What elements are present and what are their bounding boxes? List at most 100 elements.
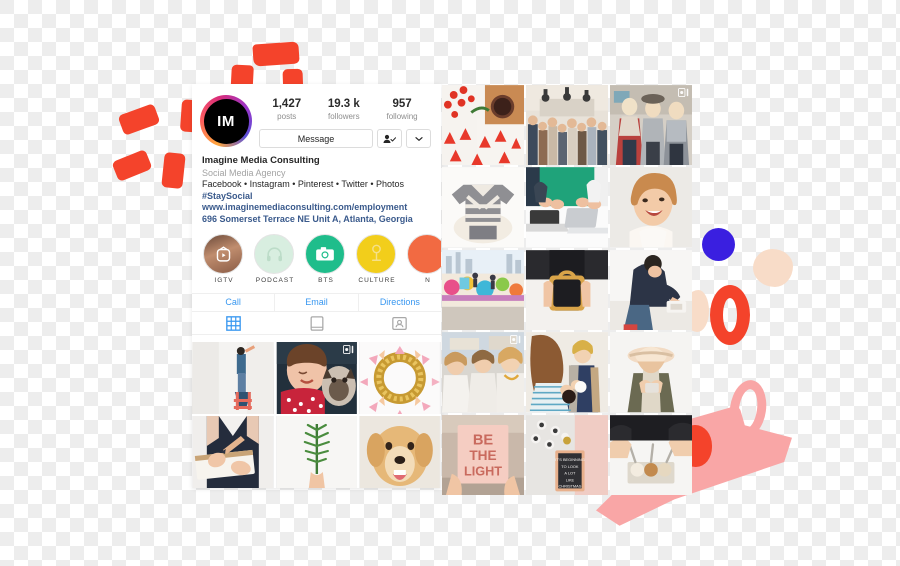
highlight-cover (356, 234, 396, 274)
more-options-button[interactable] (406, 129, 431, 148)
story-highlights: IGTV PODCAST BTS CULTURE N (192, 225, 441, 284)
svg-text:IT'S BEGINNING: IT'S BEGINNING (555, 457, 585, 462)
stat-value: 1,427 (272, 98, 302, 110)
following-button[interactable] (377, 129, 402, 148)
grid-photo[interactable] (610, 414, 692, 495)
profile-hashtag[interactable]: #StaySocial (202, 191, 431, 203)
profile-header-right: 1,427 posts 19.3 k followers 957 followi… (259, 95, 431, 148)
highlight-label: BTS (318, 277, 334, 284)
carousel-icon (678, 88, 689, 97)
highlight-cover (203, 234, 243, 274)
profile-actions: Message (259, 129, 431, 148)
svg-text:THE: THE (469, 448, 496, 463)
instagram-profile-card: IM 1,427 posts 19.3 k followers 957 foll… (192, 84, 441, 488)
highlight-label: PODCAST (255, 277, 295, 284)
carousel-icon (343, 345, 354, 354)
svg-text:BE: BE (473, 432, 494, 448)
avatar-initials: IM (203, 98, 249, 144)
grid-photo[interactable] (442, 332, 524, 413)
profile-description: Facebook • Instagram • Pinterest • Twitt… (202, 179, 405, 189)
grid-photo[interactable] (526, 167, 608, 248)
grid-photo[interactable] (526, 249, 608, 331)
stat-value: 19.3 k (327, 98, 360, 110)
message-button[interactable]: Message (259, 129, 373, 148)
svg-text:LIKE: LIKE (566, 477, 575, 482)
highlight-culture[interactable]: CULTURE (356, 234, 398, 284)
grid-photo[interactable] (359, 416, 441, 488)
grid-photo[interactable] (610, 167, 692, 248)
grid-photo[interactable] (610, 249, 692, 331)
contact-actions: Call Email Directions (192, 293, 441, 312)
svg-text:A LOT: A LOT (564, 470, 576, 475)
pink-ring-shape (726, 377, 770, 441)
profile-bio: Imagine Media Consulting Social Media Ag… (192, 148, 441, 225)
highlight-igtv[interactable]: IGTV (203, 234, 245, 284)
grid-photo[interactable] (275, 342, 358, 414)
grid-photo[interactable] (442, 249, 524, 331)
red-ring-shape (710, 285, 750, 345)
profile-category: Social Media Agency (202, 167, 286, 178)
chevron-down-icon (414, 136, 423, 141)
tagged-icon (392, 316, 407, 330)
highlight-label: N (425, 277, 431, 284)
highlight-next[interactable]: N (407, 234, 441, 284)
grid-photo[interactable] (275, 416, 358, 488)
grid-photo[interactable] (526, 332, 608, 413)
left-photo-grid (192, 342, 441, 488)
grid-photo[interactable]: BE THE LIGHT (442, 414, 524, 495)
svg-text:LIGHT: LIGHT (464, 464, 502, 478)
igtv-icon (216, 245, 230, 262)
grid-photo[interactable]: IT'S BEGINNING TO LOOK A LOT LIKE CHRIST… (526, 414, 608, 495)
tv-icon (310, 315, 323, 331)
grid-photo[interactable] (442, 85, 524, 166)
highlight-podcast[interactable]: PODCAST (254, 234, 296, 284)
canvas: IM 1,427 posts 19.3 k followers 957 foll… (0, 0, 900, 566)
camera-icon (316, 247, 334, 261)
call-button[interactable]: Call (192, 294, 276, 311)
grid-photo[interactable] (526, 85, 608, 166)
highlight-cover (254, 234, 294, 274)
stat-posts[interactable]: 1,427 posts (272, 97, 301, 122)
profile-tabs (192, 312, 441, 335)
email-button[interactable]: Email (275, 294, 359, 311)
stat-label: following (386, 112, 418, 121)
brush-stroke-icon (111, 149, 153, 182)
tab-grid[interactable] (192, 315, 275, 331)
trophy-icon (371, 244, 381, 262)
peach-blob-shape (753, 249, 793, 287)
avatar[interactable]: IM (200, 95, 252, 147)
profile-address[interactable]: 696 Somerset Terrace NE Unit A, Atlanta,… (202, 214, 431, 226)
person-check-icon (383, 134, 396, 143)
profile-stats: 1,427 posts 19.3 k followers 957 followi… (259, 95, 431, 122)
right-photo-grid: BE THE LIGHT IT'S BEGINNING TO LOOK A LO… (442, 85, 692, 495)
stat-label: posts (277, 112, 297, 121)
grid-photo[interactable] (610, 85, 692, 166)
grid-photo[interactable] (442, 167, 524, 248)
stat-followers[interactable]: 19.3 k followers (328, 97, 360, 122)
highlight-cover (305, 234, 345, 274)
grid-photo[interactable] (192, 416, 274, 488)
grid-icon (226, 315, 241, 331)
grid-photo[interactable] (192, 342, 274, 414)
highlight-cover (407, 234, 441, 274)
grid-photo[interactable] (359, 342, 441, 414)
carousel-icon (510, 335, 521, 345)
brush-stroke-icon (161, 151, 186, 190)
blue-dot-shape (702, 228, 735, 261)
profile-header: IM 1,427 posts 19.3 k followers 957 foll… (192, 84, 441, 148)
brush-stroke-icon (117, 103, 161, 136)
highlight-bts[interactable]: BTS (305, 234, 347, 284)
svg-text:TO LOOK: TO LOOK (561, 463, 579, 468)
stat-value: 957 (392, 98, 412, 110)
profile-website[interactable]: www.imaginemediaconsulting.com/employmen… (202, 202, 431, 214)
grid-photo[interactable] (610, 332, 692, 413)
tab-tagged[interactable] (358, 316, 441, 331)
svg-text:CHRISTMAS: CHRISTMAS (558, 483, 581, 488)
stat-label: followers (328, 112, 360, 121)
brush-stroke-icon (252, 41, 300, 67)
highlight-label: IGTV (214, 277, 234, 284)
directions-button[interactable]: Directions (359, 294, 441, 311)
profile-name: Imagine Media Consulting (202, 155, 320, 166)
tab-igtv[interactable] (275, 315, 358, 331)
stat-following[interactable]: 957 following (386, 97, 417, 122)
